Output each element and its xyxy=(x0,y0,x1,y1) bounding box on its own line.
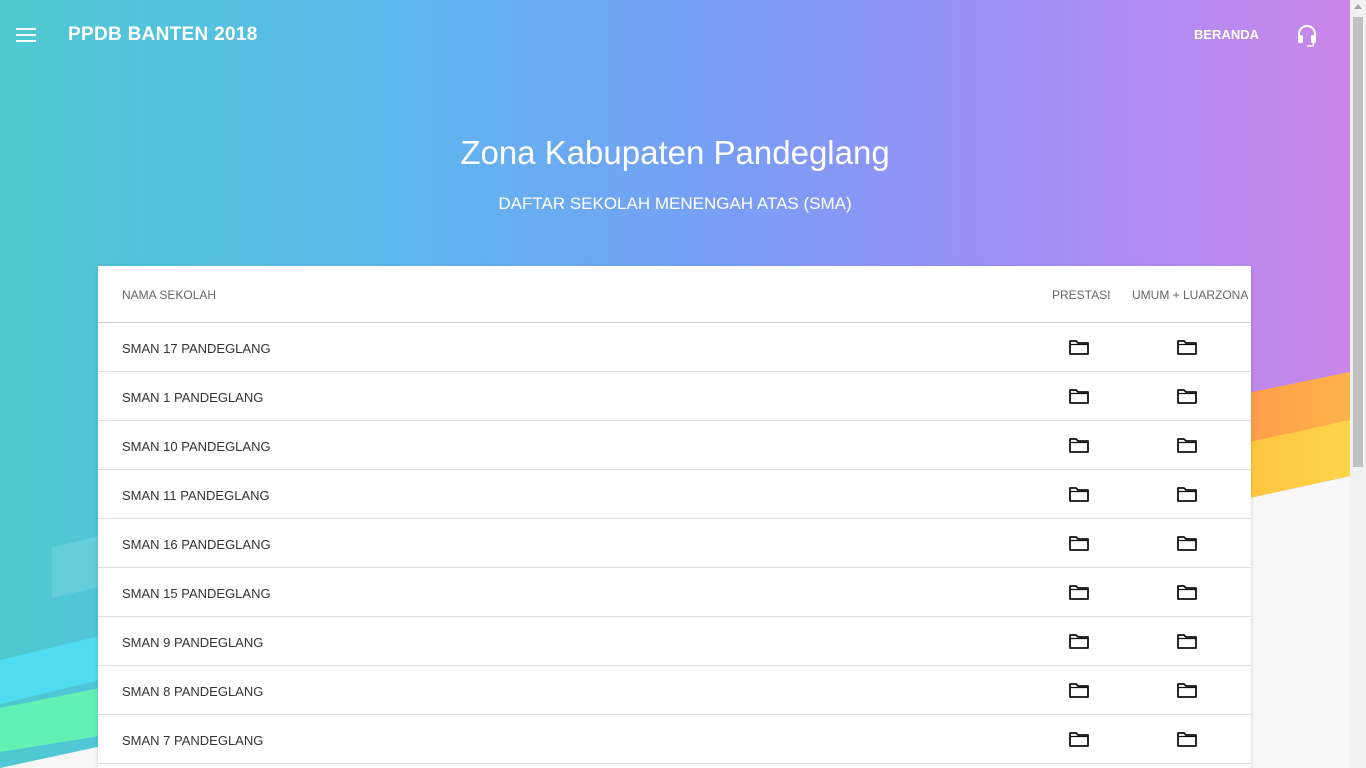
folder-icon[interactable] xyxy=(1177,682,1197,698)
column-header-umum-luarzona: UMUM + LUARZONA xyxy=(1132,288,1249,302)
folder-icon[interactable] xyxy=(1069,486,1089,502)
table-row: SMAN 16 PANDEGLANG xyxy=(98,519,1251,568)
column-header-prestasi: PRESTASI xyxy=(1052,288,1111,302)
folder-icon[interactable] xyxy=(1069,731,1089,747)
nav-link-beranda[interactable]: BERANDA xyxy=(1194,27,1259,42)
folder-icon[interactable] xyxy=(1069,682,1089,698)
folder-icon[interactable] xyxy=(1177,584,1197,600)
school-name: SMAN 10 PANDEGLANG xyxy=(122,439,271,454)
folder-icon[interactable] xyxy=(1177,633,1197,649)
folder-icon[interactable] xyxy=(1177,388,1197,404)
school-name: SMAN 8 PANDEGLANG xyxy=(122,684,264,699)
scrollbar-thumb[interactable] xyxy=(1353,17,1363,467)
school-name: SMAN 16 PANDEGLANG xyxy=(122,537,271,552)
table-header: NAMA SEKOLAH PRESTASI UMUM + LUARZONA xyxy=(98,266,1251,323)
school-name: SMAN 1 PANDEGLANG xyxy=(122,390,264,405)
school-name: SMAN 15 PANDEGLANG xyxy=(122,586,271,601)
table-row: SMAN 1 PANDEGLANG xyxy=(98,372,1251,421)
top-app-bar: PPDB BANTEN 2018 BERANDA xyxy=(0,0,1350,70)
folder-icon[interactable] xyxy=(1177,535,1197,551)
school-name: SMAN 9 PANDEGLANG xyxy=(122,635,264,650)
headset-icon[interactable] xyxy=(1296,23,1318,47)
vertical-scrollbar[interactable] xyxy=(1350,0,1366,768)
page-subtitle: DAFTAR SEKOLAH MENENGAH ATAS (SMA) xyxy=(498,194,852,213)
table-row: SMAN 9 PANDEGLANG xyxy=(98,617,1251,666)
hamburger-menu-icon[interactable] xyxy=(16,28,36,42)
table-row: SMAN 17 PANDEGLANG xyxy=(98,323,1251,372)
table-row: SMAN 10 PANDEGLANG xyxy=(98,421,1251,470)
folder-icon[interactable] xyxy=(1177,437,1197,453)
column-header-nama-sekolah: NAMA SEKOLAH xyxy=(122,288,217,302)
scroll-up-arrow-icon[interactable] xyxy=(1354,4,1362,9)
school-name: SMAN 11 PANDEGLANG xyxy=(122,488,270,503)
table-row: SMAN 15 PANDEGLANG xyxy=(98,568,1251,617)
app-title: PPDB BANTEN 2018 xyxy=(68,24,258,45)
table-row: SMAN 8 PANDEGLANG xyxy=(98,666,1251,715)
folder-icon[interactable] xyxy=(1069,535,1089,551)
folder-icon[interactable] xyxy=(1069,339,1089,355)
table-row: SMAN 7 PANDEGLANG xyxy=(98,715,1251,764)
folder-icon[interactable] xyxy=(1069,633,1089,649)
folder-icon[interactable] xyxy=(1069,388,1089,404)
folder-icon[interactable] xyxy=(1069,584,1089,600)
school-name: SMAN 7 PANDEGLANG xyxy=(122,733,264,748)
table-body: SMAN 17 PANDEGLANG SMAN 1 PANDEGLANG SMAN … xyxy=(98,323,1251,764)
page-title: Zona Kabupaten Pandeglang xyxy=(460,134,890,171)
folder-icon[interactable] xyxy=(1177,731,1197,747)
table-row: SMAN 11 PANDEGLANG xyxy=(98,470,1251,519)
folder-icon[interactable] xyxy=(1069,437,1089,453)
folder-icon[interactable] xyxy=(1177,486,1197,502)
folder-icon[interactable] xyxy=(1177,339,1197,355)
school-name: SMAN 17 PANDEGLANG xyxy=(122,341,271,356)
school-table: NAMA SEKOLAH PRESTASI UMUM + LUARZONA SM… xyxy=(98,266,1251,768)
